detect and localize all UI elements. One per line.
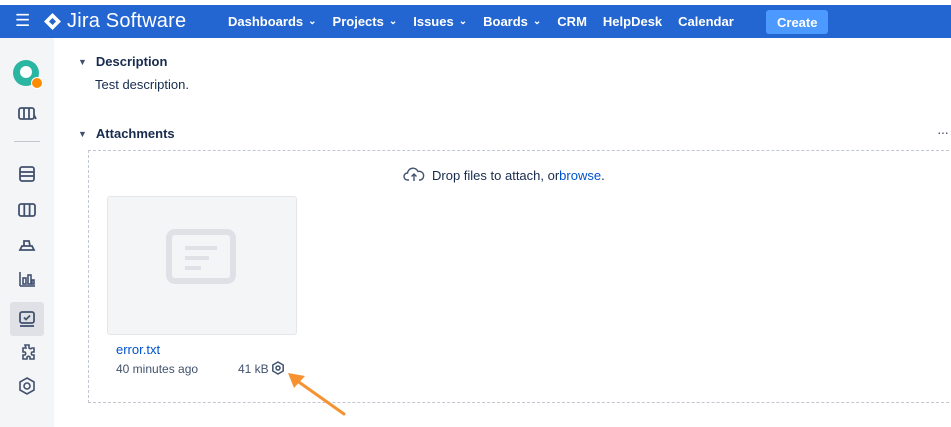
attachment-filename[interactable]: error.txt xyxy=(116,342,160,357)
drop-instructions: Drop files to attach, or browse. xyxy=(403,166,605,185)
add-ons-icon[interactable] xyxy=(17,342,37,362)
jira-logo[interactable]: Jira Software xyxy=(44,10,186,33)
project-sidebar xyxy=(0,38,54,427)
releases-icon[interactable] xyxy=(17,235,37,255)
attachment-time: 40 minutes ago xyxy=(116,362,199,376)
project-avatar-icon[interactable] xyxy=(13,60,43,89)
description-toggle[interactable]: ▼ Description xyxy=(78,54,167,69)
chevron-down-icon: ▼ xyxy=(78,128,87,139)
nav-boards[interactable]: Boards ⌄ xyxy=(483,14,541,29)
attachment-size: 41 kB xyxy=(238,362,269,376)
text-file-icon xyxy=(166,229,236,284)
attachments-toggle[interactable]: ▼ Attachments xyxy=(78,126,175,141)
browse-link[interactable]: browse xyxy=(559,168,601,183)
main-nav: Dashboards ⌄ Projects ⌄ Issues ⌄ Boards ⌄ CR… xyxy=(228,14,750,29)
columns-icon[interactable] xyxy=(17,200,37,220)
chevron-down-icon: ⌄ xyxy=(308,16,317,27)
nav-dashboards[interactable]: Dashboards ⌄ xyxy=(228,14,317,29)
description-text[interactable]: Test description. xyxy=(95,77,189,92)
chevron-down-icon: ▼ xyxy=(78,56,87,67)
settings-icon[interactable] xyxy=(17,376,37,396)
reports-icon[interactable] xyxy=(17,269,37,289)
issues-icon[interactable] xyxy=(17,309,37,329)
backlog-icon[interactable] xyxy=(17,164,37,184)
annotation-arrow xyxy=(284,370,354,420)
attachment-thumbnail[interactable] xyxy=(107,196,297,335)
nav-helpdesk[interactable]: HelpDesk xyxy=(603,14,662,29)
chevron-down-icon: ⌄ xyxy=(458,16,468,27)
nav-issues[interactable]: Issues ⌄ xyxy=(413,14,467,29)
cloud-upload-icon xyxy=(403,166,425,185)
logo-text: Jira Software xyxy=(67,10,187,32)
board-icon[interactable] xyxy=(17,104,37,124)
hamburger-icon[interactable]: ☰ xyxy=(15,12,30,30)
attachments-more-button[interactable]: ··· xyxy=(937,124,949,140)
gear-icon[interactable] xyxy=(271,361,285,375)
nav-calendar[interactable]: Calendar xyxy=(678,14,734,29)
jira-diamond-icon xyxy=(44,13,61,30)
create-button[interactable]: Create xyxy=(766,10,829,34)
top-navigation-bar: ☰ Jira Software Dashboards ⌄ Projects ⌄ Is… xyxy=(0,5,951,38)
nav-crm[interactable]: CRM xyxy=(557,14,587,29)
chevron-down-icon: ⌄ xyxy=(532,16,542,27)
sidebar-divider xyxy=(14,141,40,142)
chevron-down-icon: ⌄ xyxy=(388,16,398,27)
nav-projects[interactable]: Projects ⌄ xyxy=(333,14,398,29)
